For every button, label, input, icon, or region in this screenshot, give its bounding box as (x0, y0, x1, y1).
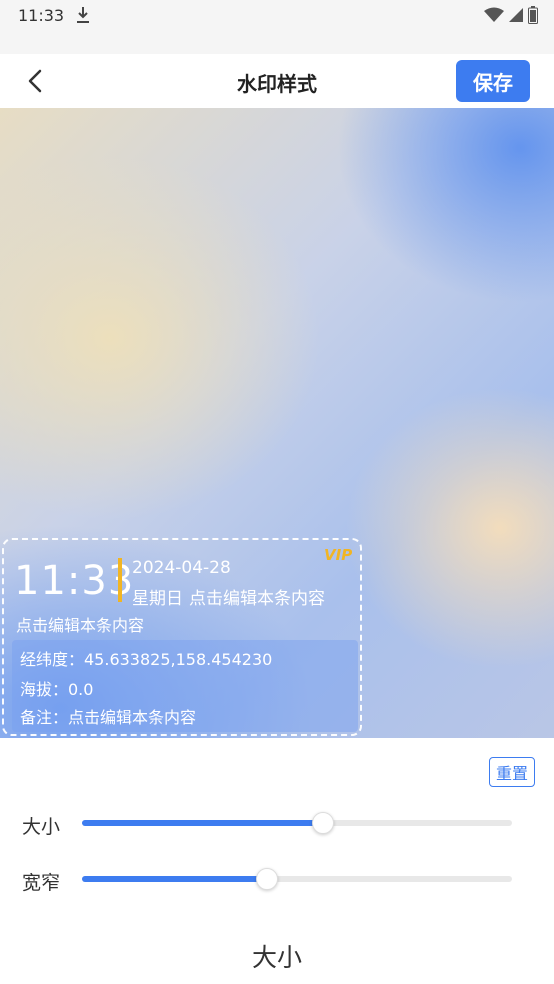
app-bar: 水印样式 保存 (0, 54, 554, 108)
watermark-altitude: 海拔：0.0 (20, 680, 94, 699)
size-slider-fill (82, 820, 323, 826)
watermark-weekday: 星期日 (132, 589, 183, 609)
watermark-box[interactable]: VIP 11:33 2024-04-28 星期日 点击编辑本条内容 点击编辑本条内… (2, 538, 362, 736)
signal-icon (509, 8, 523, 22)
reset-button[interactable]: 重置 (489, 757, 535, 787)
status-time: 11:33 (18, 6, 65, 25)
width-slider-thumb[interactable] (255, 868, 278, 890)
watermark-time: 11:33 (14, 558, 135, 604)
download-icon (77, 7, 89, 23)
size-slider[interactable] (82, 812, 512, 834)
save-button[interactable]: 保存 (456, 60, 530, 102)
watermark-remark[interactable]: 备注：点击编辑本条内容 (20, 704, 196, 728)
width-slider[interactable] (82, 868, 512, 890)
watermark-coords: 经纬度：45.633825,158.454230 (20, 650, 273, 669)
system-icons (484, 6, 538, 24)
status-bar: 11:33 (0, 0, 554, 54)
watermark-date: 2024-04-28 (132, 558, 231, 578)
size-slider-label: 大小 (22, 816, 61, 838)
watermark-weekday-line: 星期日 点击编辑本条内容 (132, 584, 325, 609)
watermark-divider (118, 558, 122, 602)
width-slider-label: 宽窄 (22, 872, 61, 894)
bottom-section-label: 大小 (251, 943, 302, 972)
wifi-icon (484, 7, 504, 22)
watermark-preview[interactable]: VIP 11:33 2024-04-28 星期日 点击编辑本条内容 点击编辑本条内… (0, 108, 554, 738)
watermark-title[interactable]: 点击编辑本条内容 (16, 612, 144, 636)
vip-badge: VIP (324, 546, 353, 564)
battery-icon (528, 6, 538, 24)
width-slider-fill (82, 876, 267, 882)
watermark-weekday-note[interactable]: 点击编辑本条内容 (189, 589, 325, 609)
watermark-info-panel: 经纬度：45.633825,158.454230 海拔：0.0 备注：点击编辑本… (12, 640, 358, 732)
size-slider-thumb[interactable] (311, 812, 334, 834)
